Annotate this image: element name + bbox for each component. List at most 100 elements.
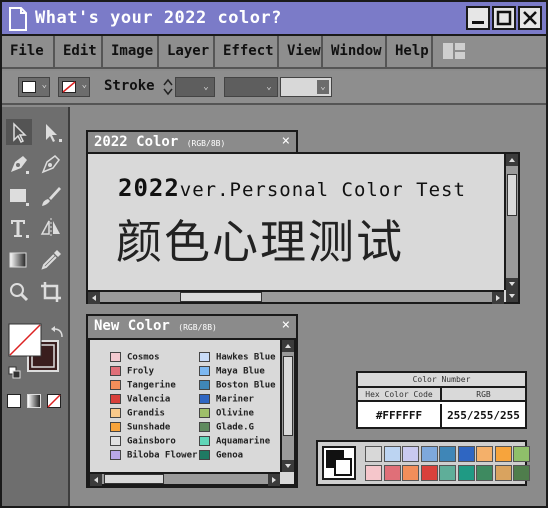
menu-edit[interactable]: Edit (55, 36, 103, 67)
vertical-scrollbar[interactable] (504, 154, 518, 290)
main-panel-subtitle: (RGB/8B) (186, 139, 226, 148)
color-list-item[interactable]: Sunshade (110, 422, 170, 434)
color-list-item[interactable]: Glade.G (199, 422, 254, 434)
direct-selection-tool-icon[interactable] (38, 119, 64, 145)
close-panel-icon[interactable]: × (282, 133, 290, 149)
color-list-item[interactable]: Genoa (199, 450, 243, 462)
brush-tool-icon[interactable] (38, 183, 64, 209)
palette-swatch[interactable] (420, 446, 438, 462)
maximize-icon (496, 10, 512, 26)
scroll-right-icon[interactable] (268, 474, 280, 486)
vertical-scrollbar[interactable] (280, 340, 294, 472)
palette-swatch[interactable] (365, 446, 382, 462)
palette-swatch[interactable] (439, 446, 456, 462)
palette-swatch[interactable] (494, 446, 512, 462)
color-name: Tangerine (127, 380, 176, 391)
current-color-swatch[interactable] (322, 446, 356, 480)
palette-swatch[interactable] (513, 465, 530, 481)
gradient-tool-icon[interactable] (6, 247, 32, 273)
minimize-button[interactable] (466, 6, 490, 30)
title-bar: What's your 2022 color? (2, 2, 546, 36)
palette-swatch[interactable] (365, 465, 382, 481)
color-list-item[interactable]: Maya Blue (199, 366, 265, 378)
color-swatch (110, 422, 121, 432)
color-list-item[interactable]: Olivine (199, 408, 254, 420)
palette-swatch[interactable] (383, 446, 401, 462)
scroll-up-icon[interactable] (506, 154, 518, 166)
eyedropper-tool-icon[interactable] (38, 247, 64, 273)
new-color-panel: New Color (RGB/8B) × Cosmos Froly Tangerin… (86, 314, 298, 488)
palette-swatch[interactable] (457, 465, 475, 481)
scroll-up-icon[interactable] (282, 340, 294, 352)
menu-view[interactable]: View (279, 36, 323, 67)
menu-image[interactable]: Image (103, 36, 159, 67)
stroke-stepper[interactable] (162, 77, 174, 97)
menu-window[interactable]: Window (323, 36, 387, 67)
horizontal-scrollbar[interactable] (90, 472, 280, 486)
palette-swatch[interactable] (476, 446, 493, 462)
color-list-item[interactable]: Biloba Flower (110, 450, 197, 462)
scroll-right-icon[interactable] (492, 292, 504, 304)
stroke-color-dropdown[interactable]: ⌄ (58, 77, 90, 97)
type-tool-icon[interactable] (6, 215, 32, 241)
color-list-item[interactable]: Boston Blue (199, 380, 276, 392)
color-list-item[interactable]: Froly (110, 366, 154, 378)
swap-colors-icon[interactable] (53, 328, 63, 338)
tools-panel (2, 107, 70, 506)
menu-effect[interactable]: Effect (215, 36, 279, 67)
menu-help[interactable]: Help (387, 36, 433, 67)
palette-swatch[interactable] (402, 465, 419, 481)
scroll-thumb[interactable] (283, 356, 293, 436)
scroll-down-icon[interactable] (506, 278, 518, 290)
close-button[interactable] (518, 6, 542, 30)
scroll-thumb[interactable] (180, 292, 262, 302)
menu-layer[interactable]: Layer (159, 36, 215, 67)
stroke-label: Stroke (104, 78, 155, 94)
rectangle-tool-icon[interactable] (6, 183, 32, 209)
stroke-width-dropdown[interactable]: ⌄ (175, 77, 215, 97)
maximize-button[interactable] (492, 6, 516, 30)
color-list-item[interactable]: Mariner (199, 394, 254, 406)
gradient-mode-button[interactable] (27, 394, 41, 408)
color-list-item[interactable]: Gainsboro (110, 436, 176, 448)
close-panel-icon[interactable]: × (282, 317, 290, 333)
horizontal-scrollbar[interactable] (88, 290, 504, 304)
scroll-down-icon[interactable] (282, 460, 294, 472)
menu-file[interactable]: File (2, 36, 55, 67)
chevron-down-icon: ⌄ (266, 82, 272, 92)
color-mode-button[interactable] (7, 394, 21, 408)
palette-swatch[interactable] (439, 465, 456, 481)
selection-tool-icon[interactable] (6, 119, 32, 145)
crop-tool-icon[interactable] (38, 279, 64, 305)
no-fill-button[interactable] (47, 394, 61, 408)
zoom-tool-icon[interactable] (6, 279, 32, 305)
scroll-thumb[interactable] (507, 174, 517, 216)
scroll-left-icon[interactable] (90, 474, 102, 486)
scroll-thumb[interactable] (104, 474, 164, 484)
color-list-item[interactable]: Valencia (110, 394, 170, 406)
color-list-item[interactable]: Aquamarine (199, 436, 270, 448)
palette-swatch[interactable] (513, 446, 530, 462)
color-list-item[interactable]: Tangerine (110, 380, 176, 392)
color-list-item[interactable]: Hawkes Blue (199, 352, 276, 364)
fill-color-dropdown[interactable]: ⌄ (18, 77, 50, 97)
no-stroke-icon (62, 81, 76, 93)
color-name: Froly (127, 366, 155, 377)
color-list-item[interactable]: Cosmos (110, 352, 160, 364)
palette-swatch[interactable] (383, 465, 401, 481)
curvature-tool-icon[interactable] (38, 151, 64, 177)
palette-swatch[interactable] (494, 465, 512, 481)
document-icon (9, 7, 27, 31)
palette-swatch[interactable] (457, 446, 475, 462)
reflect-tool-icon[interactable] (38, 215, 64, 241)
palette-swatch[interactable] (420, 465, 438, 481)
color-list-item[interactable]: Grandis (110, 408, 165, 420)
color-swatch (199, 422, 210, 432)
scroll-left-icon[interactable] (88, 292, 100, 304)
workspace-grid-icon[interactable] (443, 43, 465, 59)
stroke-style-dropdown[interactable]: ⌄ (224, 77, 278, 97)
palette-swatch[interactable] (476, 465, 493, 481)
palette-swatch[interactable] (402, 446, 419, 462)
opacity-dropdown[interactable]: ⌄ (280, 77, 332, 97)
pen-tool-icon[interactable] (6, 151, 32, 177)
